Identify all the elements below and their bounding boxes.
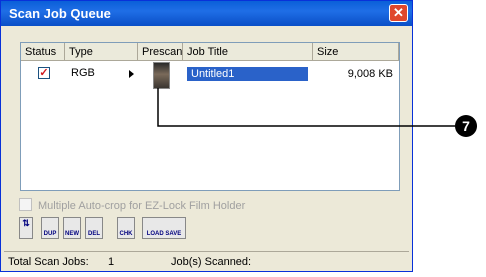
callout-line <box>157 88 455 127</box>
callout-badge: 7 <box>455 115 477 137</box>
